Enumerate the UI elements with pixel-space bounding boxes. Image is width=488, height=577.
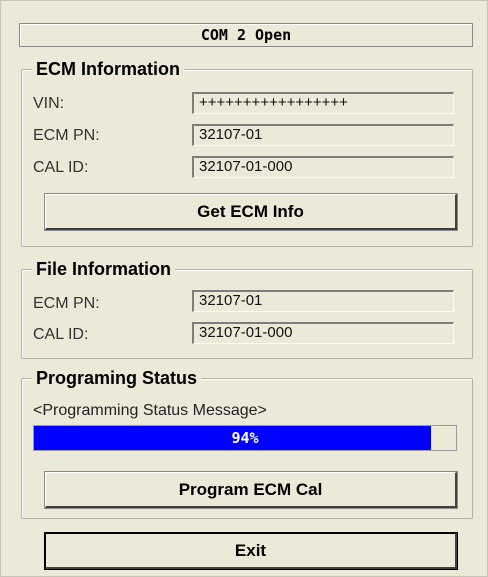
programming-progress-bar: 94% xyxy=(33,425,457,451)
programming-status-title: Programing Status xyxy=(32,368,202,388)
ecm-information-title: ECM Information xyxy=(32,59,184,79)
get-ecm-info-button[interactable]: Get ECM Info xyxy=(44,193,458,231)
file-information-title: File Information xyxy=(32,259,175,279)
program-ecm-cal-button[interactable]: Program ECM Cal xyxy=(44,471,458,509)
ecm-vin-label: VIN: xyxy=(33,95,65,112)
exit-button[interactable]: Exit xyxy=(44,532,458,570)
file-cal-id-label: CAL ID: xyxy=(33,326,89,343)
file-information-group: File Information xyxy=(21,259,473,359)
file-pn-field[interactable]: 32107-01 xyxy=(192,290,454,312)
ecm-pn-label: ECM PN: xyxy=(33,127,100,144)
progress-percent-text: 94% xyxy=(231,429,259,447)
file-cal-id-field[interactable]: 32107-01-000 xyxy=(192,322,454,344)
ecm-vin-field[interactable]: +++++++++++++++++ xyxy=(192,92,454,114)
get-ecm-info-label: Get ECM Info xyxy=(197,201,304,221)
program-ecm-cal-label: Program ECM Cal xyxy=(178,479,323,499)
com-status-bar: COM 2 Open xyxy=(19,23,473,47)
ecm-cal-id-field[interactable]: 32107-01-000 xyxy=(192,156,454,178)
ecm-pn-field[interactable]: 32107-01 xyxy=(192,124,454,146)
exit-label: Exit xyxy=(234,540,267,560)
ecm-cal-id-label: CAL ID: xyxy=(33,159,89,176)
programming-status-message: <Programming Status Message> xyxy=(33,402,267,419)
com-status-text: COM 2 Open xyxy=(200,26,292,44)
file-pn-label: ECM PN: xyxy=(33,295,100,312)
dialog-window: COM 2 Open ECM Information VIN: ++++++++… xyxy=(0,0,488,577)
